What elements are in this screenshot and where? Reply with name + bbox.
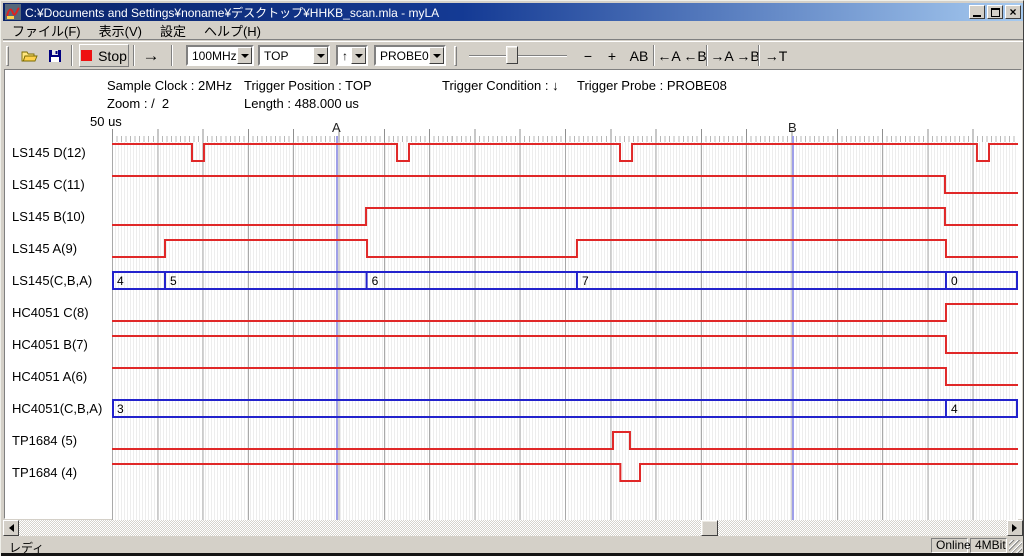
- bus-value: 3: [117, 402, 124, 416]
- resize-grip-icon[interactable]: [1009, 540, 1022, 553]
- status-bar: レディ Online 4MBit: [3, 538, 1023, 553]
- run-button[interactable]: →: [137, 44, 165, 67]
- close-button[interactable]: ×: [1005, 5, 1021, 19]
- signal-trace: [112, 368, 1018, 385]
- marker-a-label[interactable]: A: [332, 120, 341, 135]
- chevron-down-icon[interactable]: [237, 47, 252, 64]
- zoom-in-button[interactable]: +: [601, 44, 623, 67]
- info-sample-clock: Sample Clock : 2MHz: [107, 78, 232, 93]
- info-trigger-condition: Trigger Condition : ↓: [442, 78, 559, 93]
- channel-label: LS145 B(10): [12, 209, 85, 224]
- move-a-right-button[interactable]: →A: [709, 44, 735, 67]
- menu-help[interactable]: ヘルプ(H): [195, 19, 270, 42]
- channel-label: LS145 A(9): [12, 241, 77, 256]
- chevron-down-icon[interactable]: [429, 47, 444, 64]
- zoom-slider-track[interactable]: [469, 55, 567, 57]
- bus-value: 4: [117, 274, 124, 288]
- trigger-edge-select[interactable]: ↑: [336, 45, 368, 66]
- minimize-button[interactable]: [969, 5, 985, 19]
- channel-label: LS145(C,B,A): [12, 273, 92, 288]
- zoom-ab-button[interactable]: AB: [625, 44, 653, 67]
- signal-trace: [112, 336, 1018, 353]
- open-folder-icon: [20, 48, 38, 64]
- move-b-left-button[interactable]: ←B: [682, 44, 708, 67]
- menu-view[interactable]: 表示(V): [90, 19, 151, 42]
- signal-trace: [112, 304, 1018, 321]
- trigger-probe-select[interactable]: PROBE00: [374, 45, 446, 66]
- info-trigger-probe: Trigger Probe : PROBE08: [577, 78, 727, 93]
- channel-label: TP1684 (4): [12, 465, 77, 480]
- run-arrow-icon: →: [143, 46, 160, 66]
- bus-value: 7: [582, 274, 589, 288]
- toolbar-grip[interactable]: [6, 46, 9, 66]
- menu-file[interactable]: ファイル(F): [3, 19, 90, 42]
- time-ruler[interactable]: [112, 128, 1018, 142]
- channel-label: HC4051(C,B,A): [12, 401, 102, 416]
- toolbar-grip[interactable]: [454, 46, 457, 66]
- maximize-button[interactable]: [987, 5, 1003, 19]
- toolbar-separator: [133, 45, 135, 66]
- bus-value: 6: [372, 274, 379, 288]
- info-zoom: Zoom : / 2: [107, 96, 169, 111]
- stop-button[interactable]: Stop: [79, 44, 129, 67]
- goto-trigger-button[interactable]: →T: [762, 44, 790, 67]
- signal-trace: [112, 176, 1018, 193]
- trigger-edge-value: ↑: [338, 47, 351, 64]
- bus-value: 5: [170, 274, 177, 288]
- toolbar-separator: [171, 45, 173, 66]
- channel-label: LS145 D(12): [12, 145, 86, 160]
- channel-label: TP1684 (5): [12, 433, 77, 448]
- waveform-panel: Sample Clock : 2MHz Trigger Position : T…: [4, 69, 1022, 519]
- channel-label: HC4051 B(7): [12, 337, 88, 352]
- marker-b-label[interactable]: B: [788, 120, 797, 135]
- status-online-badge: Online: [931, 538, 968, 553]
- channel-label: HC4051 C(8): [12, 305, 89, 320]
- save-button[interactable]: [43, 44, 67, 67]
- toolbar-separator: [758, 45, 760, 66]
- trigger-position-select[interactable]: TOP: [258, 45, 330, 66]
- zoom-slider-thumb[interactable]: [506, 46, 518, 64]
- time-scale-label: 50 us: [90, 114, 122, 129]
- signal-trace: [112, 240, 1018, 257]
- signal-trace: [112, 464, 1018, 481]
- channel-label: LS145 C(11): [12, 177, 85, 192]
- app-window: C:¥Documents and Settings¥noname¥デスクトップ¥…: [0, 0, 1024, 556]
- trigger-position-value: TOP: [260, 47, 313, 64]
- chevron-down-icon[interactable]: [313, 47, 328, 64]
- info-trigger-position: Trigger Position : TOP: [244, 78, 372, 93]
- signal-trace: [112, 144, 1018, 161]
- toolbar-separator: [71, 45, 73, 66]
- menu-bar: ファイル(F) 表示(V) 設定 ヘルプ(H): [3, 21, 1023, 40]
- move-a-left-button[interactable]: ←A: [656, 44, 682, 67]
- open-file-button[interactable]: [17, 44, 41, 67]
- sample-clock-value: 100MHz: [188, 47, 237, 64]
- toolbar-separator: [653, 45, 655, 66]
- horizontal-scrollbar[interactable]: [3, 520, 1023, 536]
- signal-trace: [112, 208, 1018, 225]
- info-length: Length : 488.000 us: [244, 96, 359, 111]
- bus-value: 4: [951, 402, 958, 416]
- status-memory-badge: 4MBit: [970, 538, 1007, 553]
- close-icon: ×: [1009, 7, 1016, 17]
- maximize-icon: [991, 8, 1000, 17]
- zoom-out-button[interactable]: −: [577, 44, 599, 67]
- chevron-down-icon[interactable]: [351, 47, 366, 64]
- toolbar-separator: [706, 45, 708, 66]
- trigger-probe-value: PROBE00: [376, 47, 429, 64]
- channel-label: HC4051 A(6): [12, 369, 87, 384]
- menu-settings[interactable]: 設定: [151, 19, 195, 42]
- waveform-svg: 4 5 6 7 0 3 4: [112, 142, 1018, 520]
- minimize-icon: [973, 15, 981, 17]
- sample-clock-select[interactable]: 100MHz: [186, 45, 254, 66]
- signal-trace: [112, 432, 1018, 449]
- scroll-left-button[interactable]: [3, 520, 19, 536]
- scroll-right-button[interactable]: [1007, 520, 1023, 536]
- bus-value: 0: [951, 274, 958, 288]
- save-floppy-icon: [47, 48, 63, 64]
- stop-label: Stop: [98, 48, 127, 64]
- toolbar: Stop → 100MHz TOP ↑ PROBE00 − + AB: [3, 41, 1023, 68]
- scrollbar-thumb[interactable]: [701, 520, 718, 536]
- stop-icon: [81, 50, 92, 61]
